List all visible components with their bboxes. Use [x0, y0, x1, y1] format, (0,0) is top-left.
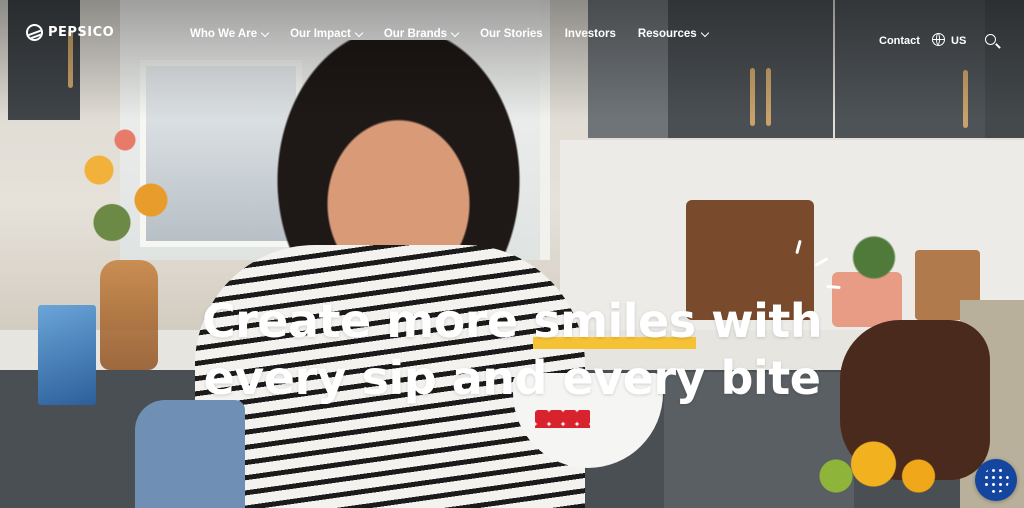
search-icon[interactable] [985, 34, 996, 45]
jeans [135, 400, 245, 508]
pepsico-logo[interactable]: PEPSICO [26, 24, 114, 41]
headline-line-1: Create more smiles with [0, 293, 1024, 350]
main-navigation: PEPSICO Who We Are Our Impact Our Brands… [0, 0, 1024, 80]
nav-our-brands[interactable]: Our Brands [383, 28, 460, 40]
nav-label: Our Stories [480, 28, 543, 40]
nav-who-we-are[interactable]: Who We Are [190, 28, 270, 40]
nav-label: Our Impact [290, 28, 351, 40]
raspberries [535, 410, 590, 428]
headline-text: Create more [201, 293, 534, 348]
chevron-down-icon [700, 28, 709, 37]
fruit-bowl [806, 440, 956, 500]
brand-name: PEPSICO [48, 25, 115, 40]
plant [844, 235, 904, 280]
primary-menu: Who We Are Our Impact Our Brands Our Sto… [190, 28, 709, 40]
hero-headline: Create more smiles with every sip and ev… [0, 293, 1024, 407]
contact-link[interactable]: Contact [879, 35, 920, 47]
headline-line-2: every sip and every bite [203, 350, 821, 405]
nav-investors[interactable]: Investors [565, 28, 616, 40]
globe-icon[interactable] [932, 33, 945, 46]
headline-text: with [695, 293, 823, 348]
nav-label: Investors [564, 28, 616, 40]
nav-label: Our Brands [383, 28, 448, 40]
chevron-down-icon [450, 28, 460, 37]
nav-label: Who We Are [190, 28, 258, 40]
headline-highlight: smiles [533, 293, 696, 349]
nav-resources[interactable]: Resources [637, 28, 709, 40]
chevron-down-icon [354, 28, 364, 37]
chat-assistant-button[interactable] [975, 459, 1017, 501]
nav-our-impact[interactable]: Our Impact [290, 28, 364, 40]
nav-our-stories[interactable]: Our Stories [480, 28, 543, 40]
chevron-down-icon [260, 28, 270, 37]
region-selector[interactable]: US [951, 35, 966, 47]
pepsico-globe-icon [26, 24, 43, 41]
nav-label: Resources [637, 28, 697, 40]
